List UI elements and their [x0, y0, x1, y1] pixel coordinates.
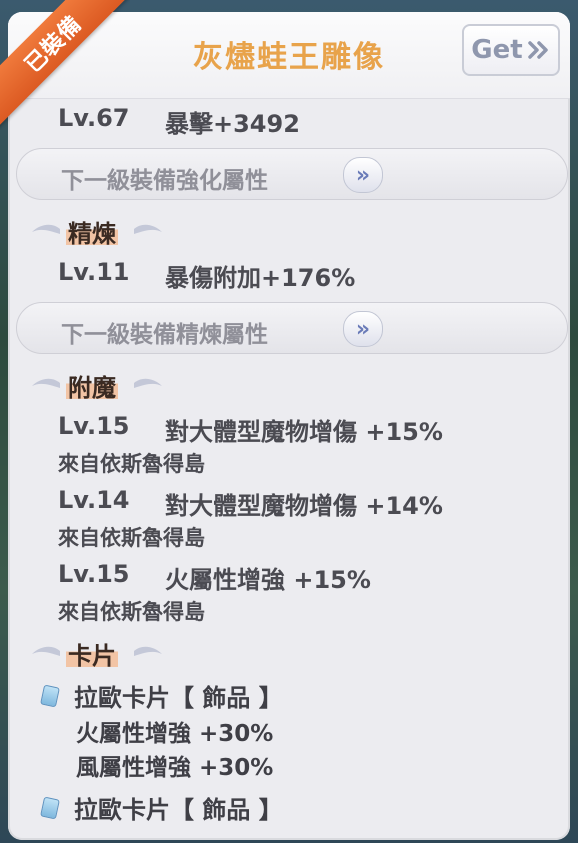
- wing-ornament-icon: [134, 646, 162, 656]
- section-enchant: 附魔: [26, 366, 176, 403]
- enchant-level: Lv.14: [58, 486, 130, 514]
- card-icon: [40, 684, 60, 708]
- next-refine-label: 下一級裝備精煉屬性: [61, 322, 268, 348]
- enchant-source: 來自依斯魯得島: [58, 600, 205, 624]
- next-enhance-label: 下一級裝備強化屬性: [61, 168, 268, 194]
- card-name: 拉歐卡片【 飾品 】: [74, 796, 283, 824]
- enchant-source: 來自依斯魯得島: [58, 526, 205, 550]
- double-chevron-right-icon[interactable]: »: [343, 311, 383, 347]
- double-chevron-right-icon[interactable]: »: [343, 157, 383, 193]
- double-chevron-right-icon: [527, 41, 548, 59]
- wing-ornament-icon: [32, 224, 60, 234]
- enchant-stat: 對大體型魔物增傷 +14%: [165, 492, 443, 520]
- section-title-refine: 精煉: [66, 214, 118, 249]
- base-stat: 暴擊+3492: [165, 110, 300, 138]
- equipped-badge: 已裝備: [0, 0, 130, 129]
- card-stat: 火屬性增強 +30%: [76, 721, 274, 747]
- section-cards: 卡片: [26, 634, 176, 671]
- enchant-level: Lv.15: [58, 412, 130, 440]
- get-button[interactable]: Get: [462, 24, 560, 76]
- enchant-stat: 火屬性增強 +15%: [165, 566, 371, 594]
- enchant-source: 來自依斯魯得島: [58, 452, 205, 476]
- wing-ornament-icon: [134, 378, 162, 388]
- enchant-stat: 對大體型魔物增傷 +15%: [165, 418, 443, 446]
- item-tooltip-panel: 灰燼蛙王雕像 Get Lv.67 暴擊+3492 下一級裝備強化屬性 » 精煉 …: [8, 12, 570, 840]
- section-title-enchant: 附魔: [66, 368, 118, 403]
- section-title-cards: 卡片: [66, 636, 118, 671]
- get-button-label: Get: [471, 35, 523, 65]
- next-enhance-button[interactable]: 下一級裝備強化屬性 »: [16, 148, 568, 200]
- card-name: 拉歐卡片【 飾品 】: [74, 684, 283, 712]
- equipped-ribbon: 已裝備: [0, 0, 130, 130]
- wing-ornament-icon: [134, 224, 162, 234]
- wing-ornament-icon: [32, 378, 60, 388]
- card-icon: [40, 796, 60, 820]
- next-refine-button[interactable]: 下一級裝備精煉屬性 »: [16, 302, 568, 354]
- enchant-level: Lv.15: [58, 560, 130, 588]
- section-refine: 精煉: [26, 212, 176, 249]
- refine-stat: 暴傷附加+176%: [165, 264, 356, 292]
- refine-level: Lv.11: [58, 258, 130, 286]
- wing-ornament-icon: [32, 646, 60, 656]
- card-stat: 風屬性增強 +30%: [76, 755, 274, 781]
